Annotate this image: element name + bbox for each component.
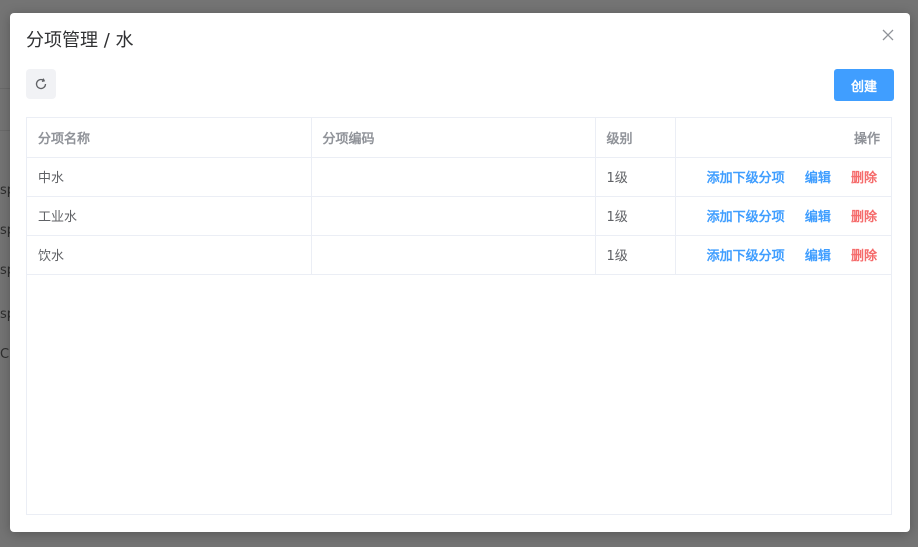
column-header-actions: 操作 [675,118,891,158]
refresh-button[interactable] [26,69,56,99]
cell-actions: 添加下级分项 编辑 删除 [675,157,891,197]
cell-name: 饮水 [27,235,312,275]
cell-name: 工业水 [27,196,312,236]
background-text: C [0,347,10,362]
edit-link[interactable]: 编辑 [805,249,831,264]
cell-actions: 添加下级分项 编辑 删除 [675,196,891,236]
cell-level: 1级 [595,196,676,236]
cell-name: 中水 [27,157,312,197]
add-child-link[interactable]: 添加下级分项 [707,210,785,225]
table-row: 饮水 1级 添加下级分项 编辑 删除 [27,235,891,275]
subitem-table: 分项名称 分项编码 级别 操作 中水 1级 添加下级分项 编辑 删除 工业水 1… [26,117,892,515]
refresh-icon [35,78,47,90]
cell-level: 1级 [595,235,676,275]
delete-link[interactable]: 删除 [851,249,877,264]
cell-code [311,235,596,275]
add-child-link[interactable]: 添加下级分项 [707,249,785,264]
dialog-title: 分项管理 / 水 [26,30,134,51]
column-header-name: 分项名称 [27,118,312,158]
edit-link[interactable]: 编辑 [805,171,831,186]
column-header-level: 级别 [595,118,676,158]
delete-link[interactable]: 删除 [851,171,877,186]
table-row: 中水 1级 添加下级分项 编辑 删除 [27,157,891,197]
table-header-row: 分项名称 分项编码 级别 操作 [27,118,891,158]
cell-level: 1级 [595,157,676,197]
edit-link[interactable]: 编辑 [805,210,831,225]
close-icon [882,29,894,41]
cell-code [311,157,596,197]
subitem-management-dialog: 分项管理 / 水 创建 分项名称 分项编码 级别 操作 中水 1级 添加下级分项… [10,13,910,532]
cell-actions: 添加下级分项 编辑 删除 [675,235,891,275]
close-button[interactable] [880,27,896,43]
cell-code [311,196,596,236]
table-row: 工业水 1级 添加下级分项 编辑 删除 [27,196,891,236]
delete-link[interactable]: 删除 [851,210,877,225]
create-button[interactable]: 创建 [834,69,894,101]
column-header-code: 分项编码 [311,118,596,158]
add-child-link[interactable]: 添加下级分项 [707,171,785,186]
